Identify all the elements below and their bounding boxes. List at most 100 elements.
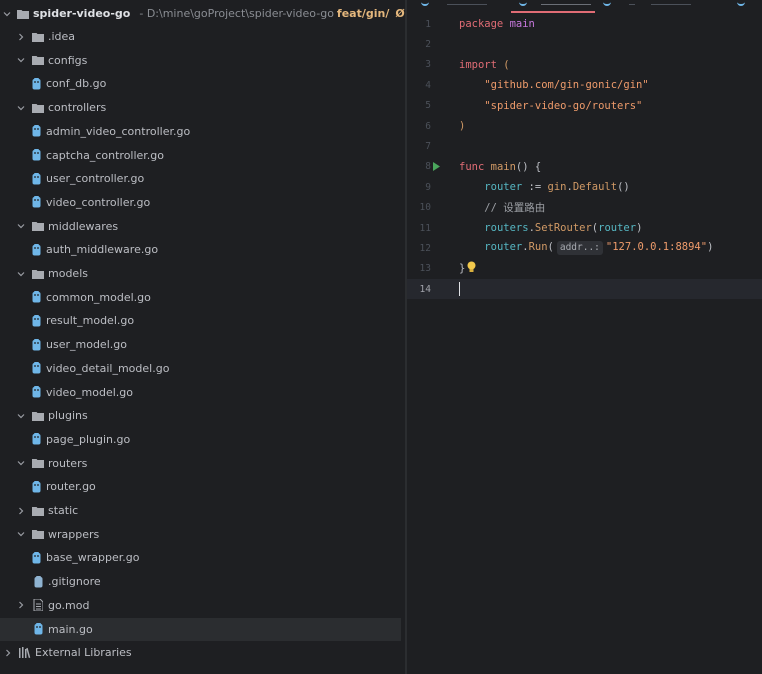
tree-file-item[interactable]: page_plugin.go [0, 428, 401, 451]
code-line[interactable]: 5 "spider-video-go/routers" [407, 96, 762, 116]
gutter[interactable] [433, 96, 459, 116]
line-number[interactable]: 4 [407, 80, 433, 91]
chevron-down-icon[interactable] [16, 103, 26, 113]
gutter[interactable] [433, 157, 459, 177]
gutter[interactable] [433, 218, 459, 238]
line-number[interactable]: 8 [407, 161, 433, 172]
tree-folder-item[interactable]: wrappers [0, 523, 401, 546]
code-token: "127.0.0.1:8894" [605, 241, 708, 254]
line-number[interactable]: 2 [407, 39, 433, 50]
tree-file-item[interactable]: base_wrapper.go [0, 546, 401, 569]
chevron-right-icon[interactable] [16, 32, 26, 42]
go-file-icon [30, 338, 42, 351]
tab-go-icon[interactable] [737, 0, 745, 6]
tree-file-item[interactable]: user_model.go [0, 333, 401, 356]
chevron-down-icon[interactable] [16, 269, 26, 279]
line-number[interactable]: 10 [407, 202, 433, 213]
chevron-down-icon[interactable] [16, 529, 26, 539]
gutter[interactable] [433, 116, 459, 136]
chevron-down-icon[interactable] [16, 411, 26, 421]
tree-file-item[interactable]: result_model.go [0, 309, 401, 332]
tree-folder-item[interactable]: models [0, 262, 401, 285]
chevron-right-icon[interactable] [3, 648, 13, 658]
line-number[interactable]: 9 [407, 182, 433, 193]
code-line[interactable]: 6) [407, 116, 762, 136]
chevron-right-icon[interactable] [16, 506, 26, 516]
line-number[interactable]: 1 [407, 19, 433, 30]
gutter[interactable] [433, 238, 459, 258]
gutter[interactable] [433, 177, 459, 197]
tree-folder-item[interactable]: controllers [0, 96, 401, 119]
tree-folder-item[interactable]: plugins [0, 404, 401, 427]
gutter[interactable] [433, 34, 459, 54]
line-number[interactable]: 14 [407, 284, 433, 295]
tree-file-item[interactable]: auth_middleware.go [0, 238, 401, 261]
chevron-down-icon[interactable] [16, 221, 26, 231]
lightbulb-icon[interactable] [467, 261, 476, 276]
tree-file-item[interactable]: router.go [0, 475, 401, 498]
tree-file-item[interactable]: user_controller.go [0, 167, 401, 190]
tree-file-item[interactable]: conf_db.go [0, 72, 401, 95]
tree-folder-item[interactable]: configs [0, 49, 401, 72]
code-line[interactable]: 9 router := gin.Default() [407, 177, 762, 197]
tab-active-stub[interactable] [541, 0, 591, 5]
gutter[interactable] [433, 279, 459, 299]
tree-folder-item[interactable]: .idea [0, 25, 401, 48]
tree-file-item[interactable]: .gitignore [0, 570, 401, 593]
chevron-right-icon[interactable] [16, 600, 26, 610]
code-editor[interactable]: 1 package main 2 3 import (4 "github.com/gin… [407, 0, 762, 674]
gutter[interactable] [433, 198, 459, 218]
line-number[interactable]: 5 [407, 100, 433, 111]
code-line[interactable]: 1 package main [407, 14, 762, 34]
chevron-down-icon[interactable] [16, 55, 26, 65]
code-line[interactable]: 2 [407, 34, 762, 54]
code-token: main [509, 18, 535, 30]
code-line[interactable]: 7 [407, 136, 762, 156]
code-line[interactable]: 3 import ( [407, 55, 762, 75]
tree-file-item[interactable]: video_detail_model.go [0, 357, 401, 380]
code-line[interactable]: 11 routers.SetRouter(router) [407, 218, 762, 238]
external-libraries-item[interactable]: External Libraries [0, 641, 401, 664]
line-number[interactable]: 7 [407, 141, 433, 152]
code-line[interactable]: 12 router.Run(addr..: "127.0.0.1:8894") [407, 238, 762, 258]
tree-folder-item[interactable]: static [0, 499, 401, 522]
gutter[interactable] [433, 14, 459, 34]
line-number[interactable]: 11 [407, 223, 433, 234]
gutter[interactable] [433, 55, 459, 75]
gutter[interactable] [433, 136, 459, 156]
tab-go-icon[interactable] [519, 0, 527, 6]
code-line[interactable]: 4 "github.com/gin-gonic/gin" [407, 75, 762, 95]
tree-file-item[interactable]: common_model.go [0, 286, 401, 309]
run-icon[interactable] [433, 161, 441, 174]
code-line[interactable]: 10 // 设置路由 [407, 198, 762, 218]
code-line[interactable]: 13} [407, 259, 762, 279]
tab-stub[interactable] [651, 0, 691, 5]
tree-file-item[interactable]: admin_video_controller.go [0, 120, 401, 143]
gutter[interactable] [433, 75, 459, 95]
code-line[interactable]: 14 [407, 279, 762, 300]
tree-file-item[interactable]: captcha_controller.go [0, 144, 401, 167]
line-number[interactable]: 6 [407, 121, 433, 132]
tree-folder-item[interactable]: middlewares [0, 215, 401, 238]
code-content: router := gin.Default() [459, 181, 629, 193]
tree-file-item[interactable]: main.go [0, 617, 401, 641]
chevron-down-icon[interactable] [3, 9, 11, 19]
code-token: routers [484, 222, 529, 234]
tab-stub[interactable] [629, 0, 635, 5]
tab-stub[interactable] [447, 0, 487, 5]
tab-go-icon[interactable] [603, 0, 611, 6]
line-number[interactable]: 13 [407, 263, 433, 274]
chevron-down-icon[interactable] [16, 458, 26, 468]
tab-go-icon[interactable] [421, 0, 429, 6]
tree-folder-item[interactable]: routers [0, 452, 401, 475]
gutter[interactable] [433, 259, 459, 279]
tree-file-item[interactable]: video_controller.go [0, 191, 401, 214]
line-number[interactable]: 12 [407, 243, 433, 254]
code-line[interactable]: 8 func main() { [407, 157, 762, 177]
tree-item-label: controllers [48, 101, 107, 115]
tree-file-item[interactable]: video_model.go [0, 381, 401, 404]
tree-file-item[interactable]: go.mod [0, 594, 401, 617]
project-root-row[interactable]: spider-video-go - D:\mine\goProject\spid… [0, 2, 405, 25]
line-number[interactable]: 3 [407, 59, 433, 70]
